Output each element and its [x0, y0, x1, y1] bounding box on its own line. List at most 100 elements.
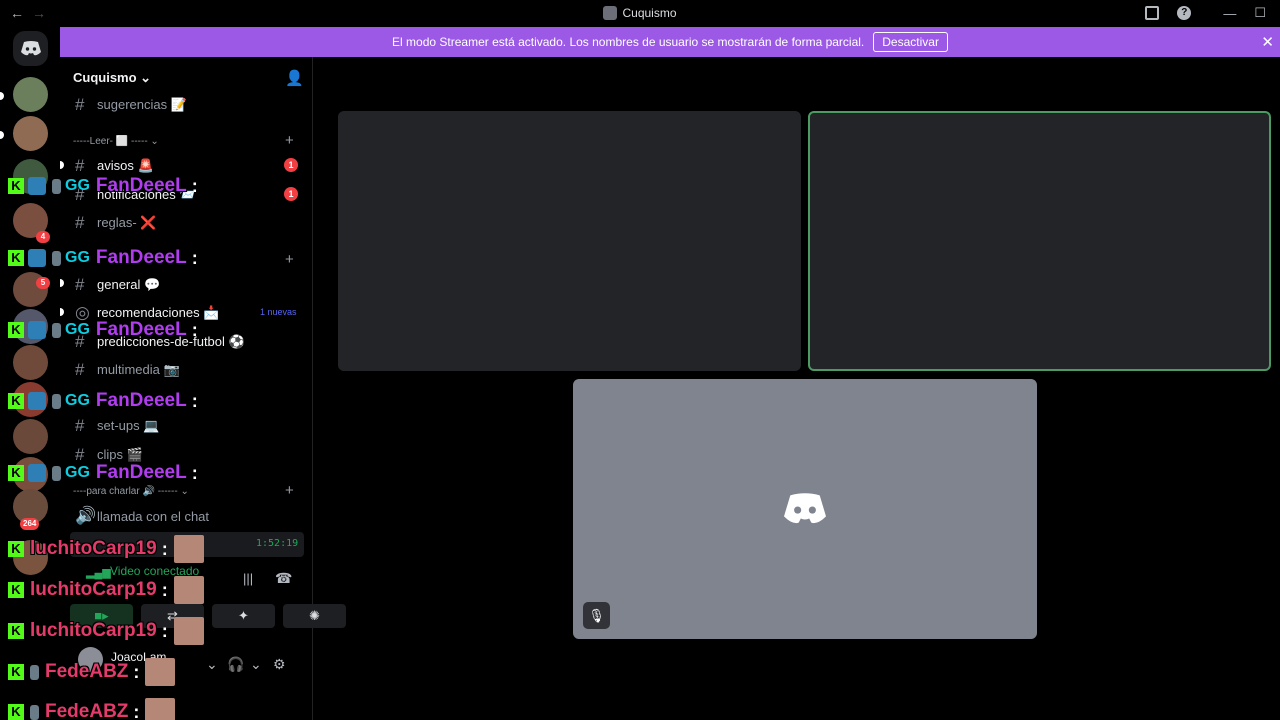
chat-emote — [173, 535, 204, 563]
channel-label: multimedia 📷 — [97, 362, 180, 377]
server-mention-badge: 5 — [36, 277, 50, 289]
chat-badge — [28, 392, 46, 410]
overlay-chat-row: KluchitoCarp19: — [8, 576, 204, 604]
kick-badge: K — [8, 322, 24, 338]
channel-set-ups[interactable]: # set-ups 💻 — [75, 416, 159, 436]
channel-sugerencias[interactable]: # sugerencias 📝 — [75, 95, 187, 115]
overlay-chat-row: K GG FanDeeeL: — [8, 462, 198, 484]
soundboard-button[interactable]: ✺ — [283, 604, 346, 628]
server-header[interactable]: Cuquismo ⌄ — [73, 70, 151, 86]
noise-suppression-icon[interactable]: ||| — [243, 571, 253, 586]
kick-badge: K — [8, 582, 24, 598]
hash-icon: # — [75, 275, 85, 294]
channel-general[interactable]: # general 💬 — [75, 275, 160, 295]
gear-icon[interactable]: ⚙ — [273, 656, 286, 673]
mention-badge: 1 — [284, 187, 298, 201]
hash-icon: # — [75, 360, 85, 379]
create-channel-icon[interactable]: + — [285, 251, 294, 268]
channel-reglas[interactable]: # reglas- ❌ — [75, 213, 157, 233]
activities-button[interactable]: ✦ — [212, 604, 275, 628]
video-tile[interactable] — [338, 111, 801, 371]
chat-badge — [52, 465, 61, 481]
overlay-separator: : — [161, 620, 168, 641]
kick-badge: K — [8, 250, 24, 266]
maximize-button[interactable]: ☐ — [1254, 5, 1266, 21]
category-leer[interactable]: -----Leer- ⬜ ----- ⌄ — [73, 136, 159, 147]
kick-badge: K — [8, 704, 24, 720]
overlay-username: FanDeeeL — [95, 390, 187, 411]
overlay-username: luchitoCarp19 — [30, 538, 157, 559]
gg-badge: GG — [65, 464, 90, 481]
overlay-separator: : — [161, 579, 168, 600]
overlay-username: luchitoCarp19 — [30, 579, 157, 600]
chevron-down-icon[interactable]: ⌄ — [206, 656, 218, 673]
chat-badge — [28, 177, 46, 195]
chat-badge — [30, 664, 39, 680]
kick-badge: K — [8, 541, 24, 557]
overlay-chat-row: K FedeABZ: — [8, 658, 176, 686]
discord-home-icon[interactable] — [13, 31, 48, 66]
channel-avisos[interactable]: # avisos 🚨 — [75, 156, 154, 176]
chat-badge — [28, 321, 46, 339]
unread-flag — [60, 279, 64, 287]
kick-badge: K — [8, 465, 24, 481]
window-title-text: Cuquismo — [622, 6, 677, 20]
create-channel-icon[interactable]: + — [285, 132, 294, 149]
video-tile-own[interactable]: 🎙 — [573, 379, 1037, 639]
discord-logo-icon — [784, 493, 826, 524]
server-mention-badge: 4 — [36, 231, 50, 243]
call-timer: 1:52:19 — [256, 538, 299, 549]
invite-people-icon[interactable]: 👤 — [285, 69, 304, 87]
headphones-icon[interactable]: 🎧 — [227, 656, 244, 673]
gg-badge: GG — [65, 321, 90, 338]
video-tile-speaking[interactable] — [808, 111, 1271, 371]
mention-badge: 1 — [284, 158, 298, 172]
server-icon[interactable] — [13, 116, 48, 151]
streamer-mode-banner: El modo Streamer está activado. Los nomb… — [60, 27, 1280, 57]
kick-badge: K — [8, 178, 24, 194]
channel-multimedia[interactable]: # multimedia 📷 — [75, 360, 180, 380]
deactivate-button[interactable]: Desactivar — [873, 32, 948, 52]
gg-badge: GG — [65, 392, 90, 409]
overlay-chat-row: K GG FanDeeeL: — [8, 247, 198, 269]
inbox-icon[interactable] — [1145, 6, 1160, 20]
close-banner-icon[interactable]: ✕ — [1261, 33, 1274, 51]
overlay-username: FedeABZ — [45, 701, 129, 720]
channel-label: reglas- ❌ — [97, 215, 157, 230]
chat-emote — [173, 576, 204, 604]
overlay-username: FanDeeeL — [95, 319, 187, 340]
overlay-separator: : — [133, 701, 140, 720]
create-channel-icon[interactable]: + — [285, 482, 294, 499]
overlay-separator: : — [191, 175, 198, 196]
unread-flag — [60, 161, 64, 169]
overlay-chat-row: K GG FanDeeeL: — [8, 319, 198, 341]
overlay-username: FedeABZ — [45, 661, 129, 682]
chat-emote — [145, 658, 176, 686]
discord-logo-icon — [20, 41, 41, 56]
minimize-button[interactable]: — — [1223, 6, 1236, 21]
hash-icon: # — [75, 95, 85, 114]
channel-label: sugerencias 📝 — [97, 97, 187, 112]
channel-llamada-con-el-chat[interactable]: 🔊 llamada con el chat — [75, 506, 209, 526]
hash-icon: # — [75, 156, 85, 175]
disconnect-icon[interactable]: ☎ — [275, 570, 292, 587]
overlay-chat-row: K GG FanDeeeL: — [8, 390, 198, 412]
server-icon[interactable] — [13, 419, 48, 454]
kick-badge: K — [8, 664, 24, 680]
help-icon[interactable]: ? — [1177, 6, 1192, 20]
unread-pill — [0, 131, 4, 139]
overlay-separator: : — [133, 661, 140, 682]
overlay-chat-row: K GG FanDeeeL: — [8, 175, 198, 197]
channel-label: set-ups 💻 — [97, 418, 160, 433]
channel-label: avisos 🚨 — [97, 158, 154, 173]
server-icon[interactable] — [13, 77, 48, 112]
gg-badge: GG — [65, 177, 90, 194]
muted-mic-icon[interactable]: 🎙 — [583, 602, 610, 629]
category-para-charlar[interactable]: ----para charlar 🔊 ------ ⌄ — [73, 486, 189, 497]
chevron-down-icon[interactable]: ⌄ — [250, 656, 262, 673]
server-icon — [603, 6, 618, 20]
hash-icon: # — [75, 416, 85, 435]
title-bar: ← → Cuquismo ? — ☐ — [0, 0, 1280, 27]
chat-badge — [30, 704, 39, 720]
server-icon[interactable] — [13, 345, 48, 380]
